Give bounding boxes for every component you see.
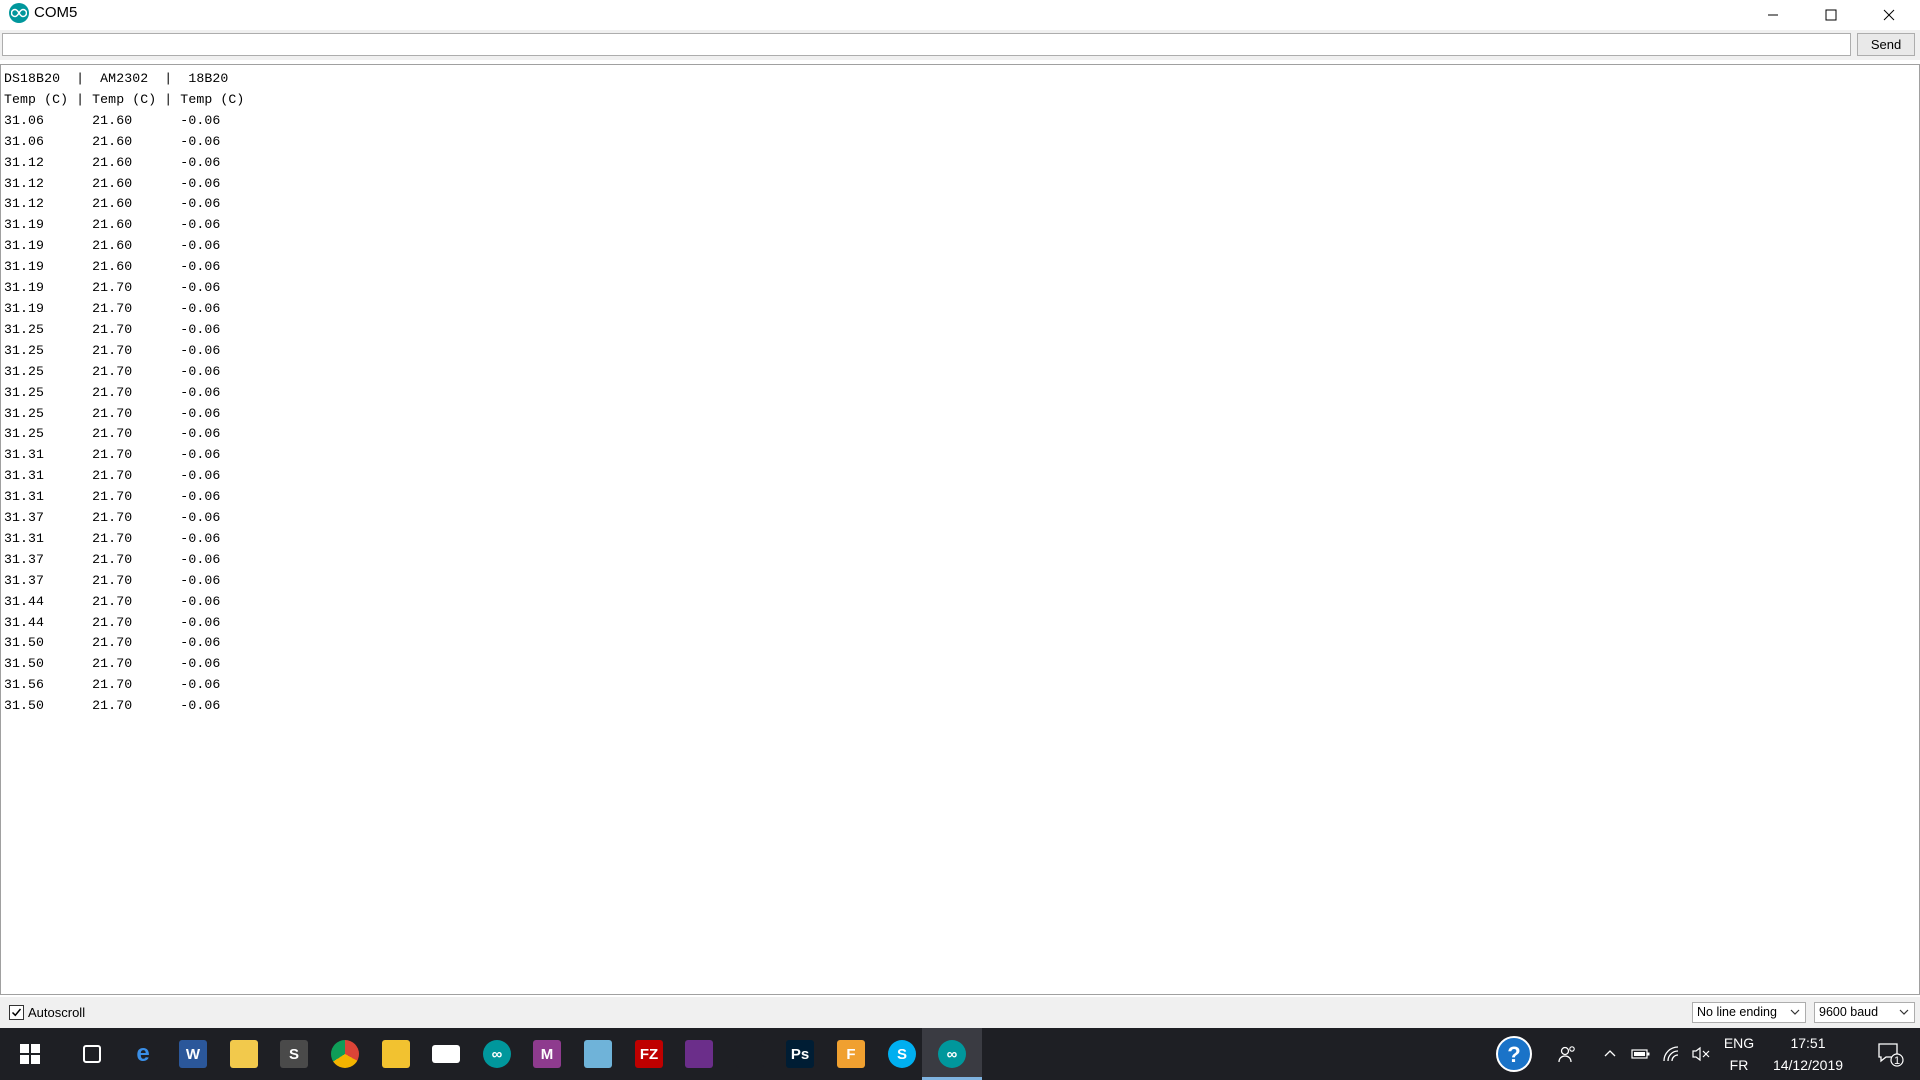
serial-line: 31.19 21.70 -0.06 <box>4 280 221 296</box>
wifi-icon <box>1663 1046 1679 1062</box>
close-icon <box>1883 9 1895 21</box>
arduino-icon: ∞ <box>483 1040 511 1068</box>
serial-line: 31.25 21.70 -0.06 <box>4 321 221 337</box>
serial-line: 31.44 21.70 -0.06 <box>4 593 221 609</box>
serial-line: DS18B20 | AM2302 | 18B20 <box>4 71 229 86</box>
maximize-button[interactable] <box>1802 0 1860 30</box>
serial-line: 31.25 21.70 -0.06 <box>4 363 221 379</box>
serial-line: 31.31 21.70 -0.06 <box>4 447 221 463</box>
serial-line: 31.06 21.60 -0.06 <box>4 112 221 128</box>
network-tray-button[interactable] <box>1659 1028 1685 1080</box>
chevron-down-icon <box>1899 1009 1909 1015</box>
line-ending-value: No line ending <box>1697 1005 1777 1019</box>
notes-icon <box>584 1040 612 1068</box>
checkmark-icon <box>11 1008 22 1017</box>
volume-muted-icon <box>1692 1046 1710 1062</box>
line-ending-select[interactable]: No line ending <box>1692 1002 1806 1023</box>
serial-line: 31.25 21.70 -0.06 <box>4 426 221 442</box>
serial-line: 31.25 21.70 -0.06 <box>4 342 221 358</box>
serial-line: 31.25 21.70 -0.06 <box>4 384 221 400</box>
serial-output[interactable]: DS18B20 | AM2302 | 18B20 Temp (C) | Temp … <box>0 64 1920 995</box>
mail-icon <box>432 1045 460 1063</box>
m-app-icon: M <box>533 1040 561 1068</box>
start-button[interactable] <box>0 1028 60 1080</box>
clock[interactable]: 17:51 14/12/2019 <box>1766 1034 1850 1074</box>
title-bar: COM5 <box>0 0 1920 30</box>
close-button[interactable] <box>1860 0 1918 30</box>
filezilla-icon: FZ <box>635 1040 663 1068</box>
winrar-icon <box>685 1040 713 1068</box>
svg-text:?: ? <box>1507 1042 1520 1067</box>
f-app-icon: F <box>837 1040 865 1068</box>
serial-line: 31.12 21.60 -0.06 <box>4 175 221 191</box>
skype-icon: S <box>888 1040 916 1068</box>
serial-line: 31.50 21.70 -0.06 <box>4 698 221 714</box>
help-icon: ? <box>1496 1036 1532 1072</box>
taskbar-app-arduino-active[interactable]: ∞ <box>922 1028 982 1080</box>
chevron-down-icon <box>1790 1009 1800 1015</box>
language-indicator[interactable]: ENG FR <box>1718 1034 1760 1074</box>
notification-count: 1 <box>1894 1055 1901 1067</box>
battery-tray-button[interactable] <box>1628 1028 1654 1080</box>
serial-line: 31.12 21.60 -0.06 <box>4 196 221 212</box>
serial-monitor-window: COM5 Send DS18B20 | AM2302 | 18B20 Temp (… <box>0 0 1920 1080</box>
arduino-logo-icon <box>9 3 29 23</box>
serial-line: 31.50 21.70 -0.06 <box>4 656 221 672</box>
serial-line: 31.12 21.60 -0.06 <box>4 154 221 170</box>
windows-logo-icon <box>20 1044 40 1064</box>
volume-tray-button[interactable] <box>1688 1028 1714 1080</box>
task-view-icon <box>83 1045 101 1063</box>
store-icon <box>736 1040 764 1068</box>
serial-line: Temp (C) | Temp (C) | Temp (C) <box>4 91 245 107</box>
baud-rate-value: 9600 baud <box>1819 1005 1879 1019</box>
baud-rate-select[interactable]: 9600 baud <box>1814 1002 1915 1023</box>
serial-line: 31.19 21.60 -0.06 <box>4 238 221 254</box>
word-icon: W <box>179 1040 207 1068</box>
serial-line: 31.31 21.70 -0.06 <box>4 468 221 484</box>
window-title: COM5 <box>34 4 78 21</box>
language-bottom: FR <box>1729 1057 1749 1073</box>
help-tray-button[interactable]: ? <box>1492 1028 1536 1080</box>
fritzing-icon <box>382 1040 410 1068</box>
serial-line: 31.19 21.60 -0.06 <box>4 217 221 233</box>
clock-date: 14/12/2019 <box>1772 1057 1844 1073</box>
file-explorer-icon <box>230 1040 258 1068</box>
autoscroll-checkbox[interactable] <box>9 1005 24 1020</box>
chrome-icon <box>331 1040 359 1068</box>
people-icon <box>1558 1046 1575 1063</box>
autoscroll-label: Autoscroll <box>28 1005 86 1020</box>
language-top: ENG <box>1723 1035 1755 1051</box>
serial-input[interactable] <box>2 33 1851 56</box>
chevron-up-icon <box>1604 1050 1616 1057</box>
serial-line: 31.37 21.70 -0.06 <box>4 510 221 526</box>
serial-output-text: DS18B20 | AM2302 | 18B20 Temp (C) | Temp … <box>4 69 244 717</box>
photoshop-icon: Ps <box>786 1040 814 1068</box>
serial-line: 31.37 21.70 -0.06 <box>4 551 221 567</box>
minimize-button[interactable] <box>1744 0 1802 30</box>
bottom-bar <box>0 997 1920 1028</box>
serial-line: 31.50 21.70 -0.06 <box>4 635 221 651</box>
serial-line: 31.19 21.70 -0.06 <box>4 300 221 316</box>
people-tray-button[interactable] <box>1552 1028 1582 1080</box>
sublime-icon: S <box>280 1040 308 1068</box>
serial-line: 31.31 21.70 -0.06 <box>4 530 221 546</box>
serial-line: 31.37 21.70 -0.06 <box>4 572 221 588</box>
edge-icon: e <box>129 1040 157 1068</box>
minimize-icon <box>1768 14 1778 16</box>
maximize-icon <box>1825 9 1837 21</box>
serial-line: 31.31 21.70 -0.06 <box>4 489 221 505</box>
send-button[interactable]: Send <box>1857 33 1915 56</box>
notifications-button[interactable]: 1 <box>1866 1028 1914 1080</box>
serial-line: 31.19 21.60 -0.06 <box>4 259 221 275</box>
battery-icon <box>1631 1049 1650 1059</box>
serial-line: 31.25 21.70 -0.06 <box>4 405 221 421</box>
show-hidden-icons-button[interactable] <box>1598 1028 1622 1080</box>
serial-line: 31.56 21.70 -0.06 <box>4 677 221 693</box>
clock-time: 17:51 <box>1790 1035 1826 1051</box>
arduino-active-icon: ∞ <box>938 1040 966 1068</box>
serial-line: 31.06 21.60 -0.06 <box>4 133 221 149</box>
serial-line: 31.44 21.70 -0.06 <box>4 614 221 630</box>
